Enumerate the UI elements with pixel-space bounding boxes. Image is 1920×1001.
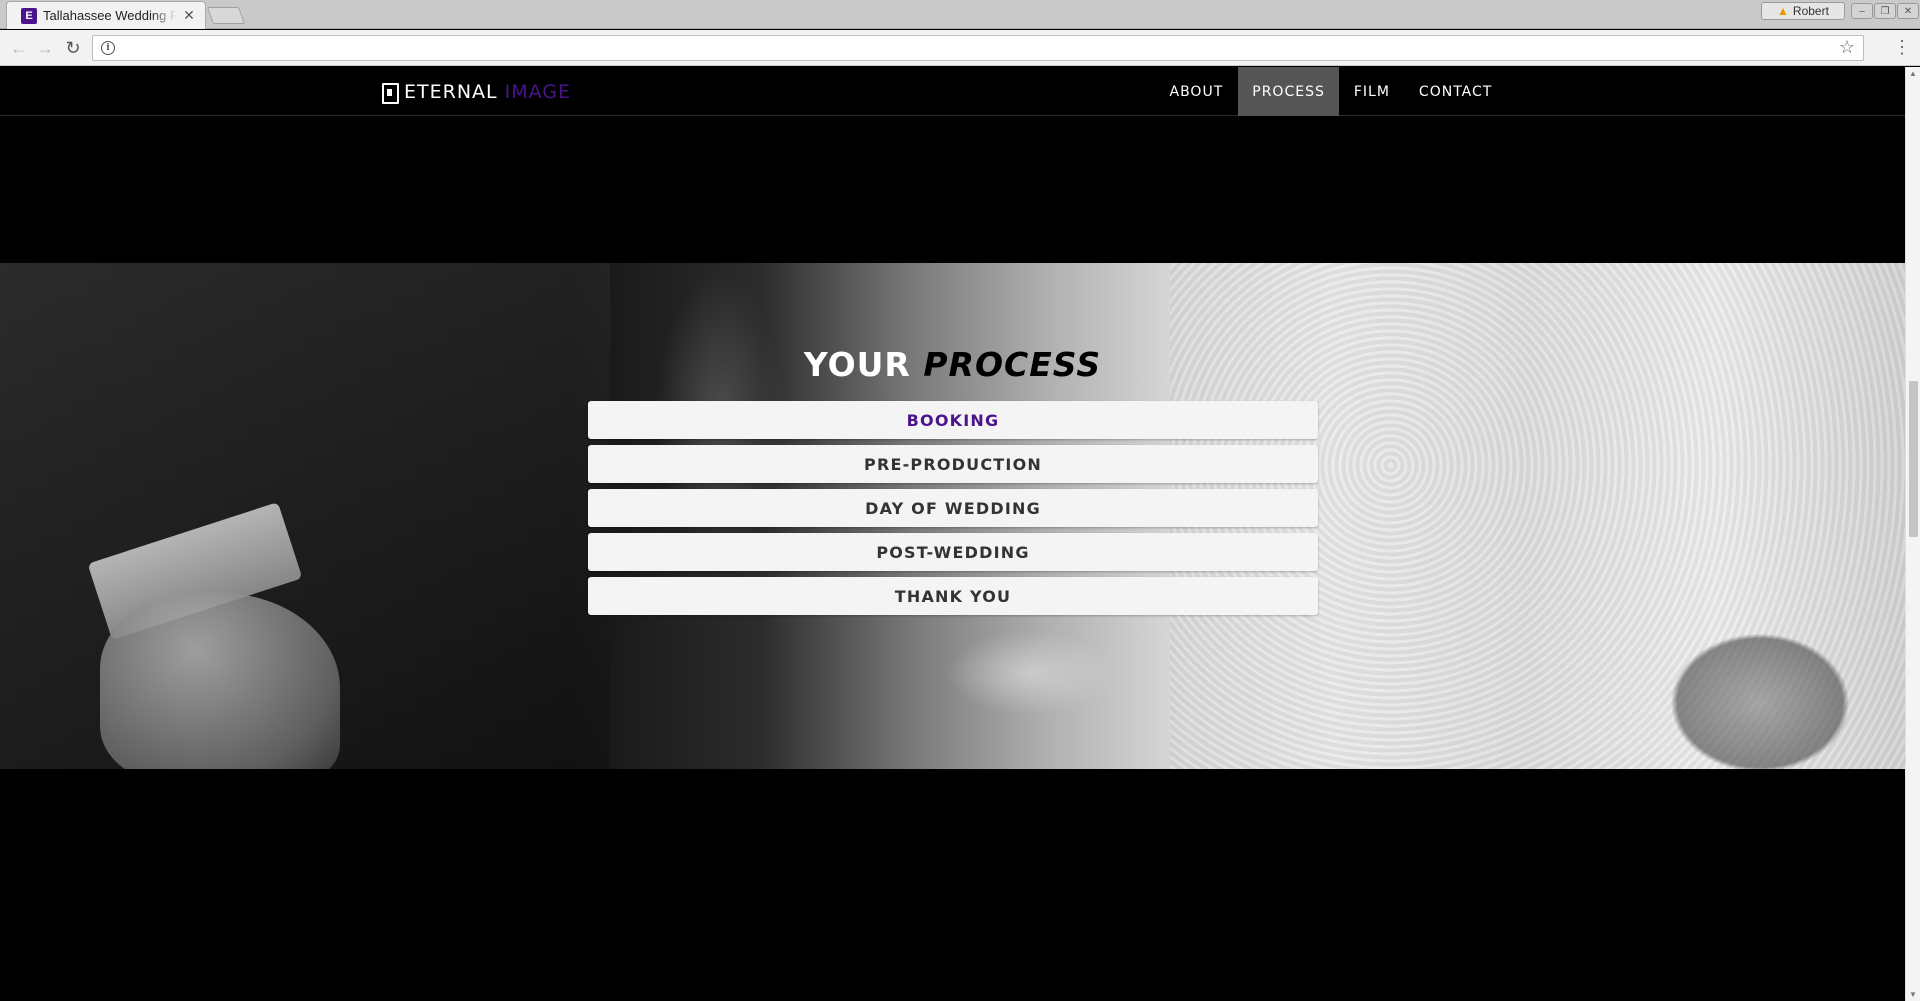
scrollbar-thumb[interactable]	[1909, 381, 1918, 537]
hero-photo-ring-hand	[1670, 633, 1850, 769]
step-day-of-wedding-button[interactable]: DAY OF WEDDING	[588, 489, 1318, 527]
warning-icon: ▲	[1777, 4, 1789, 18]
browser-tab-strip: E Tallahassee Wedding F ✕ ▲ Robert – ❐ ✕	[0, 0, 1920, 29]
profile-button[interactable]: ▲ Robert	[1761, 2, 1845, 20]
minimize-window-button[interactable]: –	[1851, 3, 1873, 19]
page-viewport: ETERNAL IMAGE ABOUT PROCESS FILM CONTACT…	[0, 67, 1905, 1001]
nav-process[interactable]: PROCESS	[1237, 67, 1340, 116]
scroll-up-icon[interactable]: ▲	[1909, 69, 1917, 78]
new-tab-button[interactable]	[206, 7, 246, 24]
step-booking-button[interactable]: BOOKING	[588, 401, 1318, 439]
scroll-down-icon[interactable]: ▼	[1909, 990, 1917, 999]
brand-word-eternal: ETERNAL	[404, 81, 498, 103]
nav-film[interactable]: FILM	[1339, 67, 1404, 116]
nav-about[interactable]: ABOUT	[1155, 67, 1238, 116]
process-hero-section: YOUR PROCESS BOOKING PRE-PRODUCTION DAY …	[0, 263, 1905, 769]
bookmark-star-icon[interactable]: ☆	[1839, 37, 1855, 58]
forward-arrow-icon[interactable]: →	[34, 38, 56, 60]
close-window-button[interactable]: ✕	[1897, 3, 1919, 19]
nav-contact[interactable]: CONTACT	[1404, 67, 1506, 116]
hero-photo-hand	[100, 593, 340, 769]
document-logo-icon	[382, 82, 399, 104]
title-word-your: YOUR	[803, 345, 911, 384]
brand-word-image: IMAGE	[504, 81, 572, 103]
step-pre-production-button[interactable]: PRE-PRODUCTION	[588, 445, 1318, 483]
tab-title: Tallahassee Wedding F	[43, 8, 177, 23]
info-icon[interactable]: i	[101, 41, 115, 55]
step-post-wedding-button[interactable]: POST-WEDDING	[588, 533, 1318, 571]
brand-name: ETERNAL IMAGE	[404, 81, 571, 103]
browser-tab[interactable]: E Tallahassee Wedding F ✕	[6, 1, 206, 29]
nav-menu: ABOUT PROCESS FILM CONTACT	[1155, 67, 1507, 116]
profile-name: Robert	[1792, 4, 1829, 18]
process-steps-list: BOOKING PRE-PRODUCTION DAY OF WEDDING PO…	[588, 401, 1318, 615]
page-scrollbar[interactable]: ▲ ▼	[1905, 67, 1920, 1001]
site-logo[interactable]: ETERNAL IMAGE	[382, 81, 571, 104]
step-thank-you-button[interactable]: THANK YOU	[588, 577, 1318, 615]
address-bar[interactable]: i ☆	[92, 35, 1864, 61]
process-title: YOUR PROCESS	[0, 345, 1905, 384]
back-arrow-icon[interactable]: ←	[8, 38, 30, 60]
site-favicon-icon: E	[21, 7, 37, 24]
site-navbar: ETERNAL IMAGE ABOUT PROCESS FILM CONTACT	[0, 67, 1905, 116]
restore-window-button[interactable]: ❐	[1874, 3, 1896, 19]
reload-icon[interactable]: ↻	[62, 38, 84, 60]
kebab-menu-icon[interactable]: ⋮	[1893, 37, 1911, 58]
browser-toolbar: ← → ↻ i ☆ ⋮	[0, 30, 1920, 66]
title-word-process: PROCESS	[923, 345, 1102, 384]
close-tab-icon[interactable]: ✕	[181, 7, 197, 24]
